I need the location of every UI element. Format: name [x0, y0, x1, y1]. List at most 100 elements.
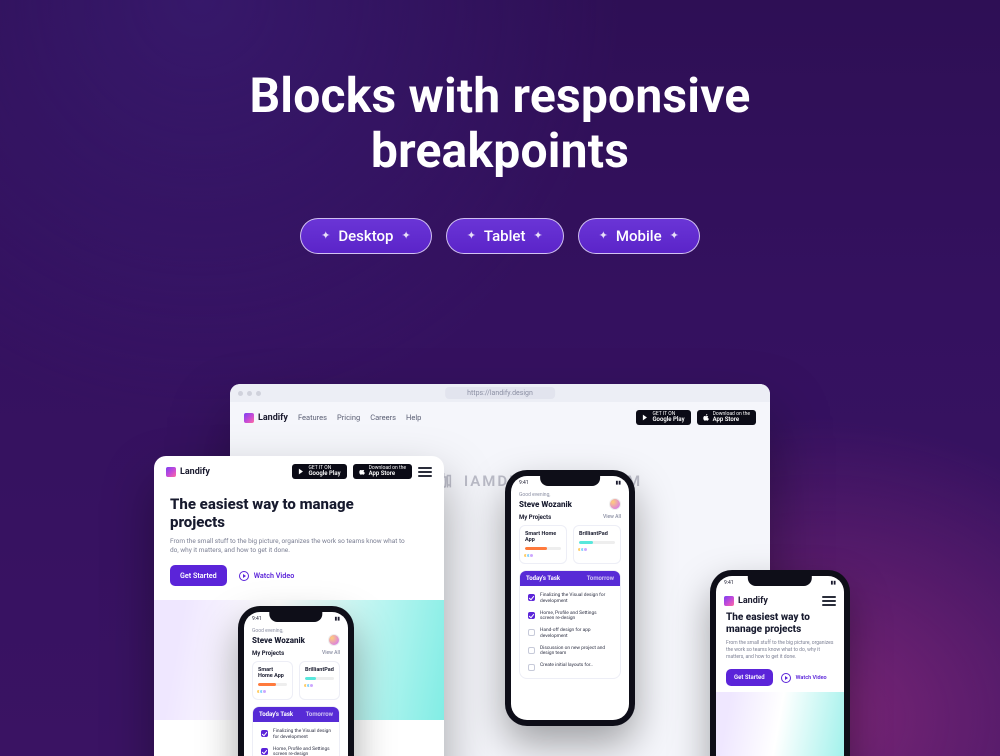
brand: Landify — [724, 596, 768, 606]
watch-video-link[interactable]: Watch Video — [781, 673, 827, 683]
project-card[interactable]: Smart Home App — [252, 661, 293, 700]
mobile-hero-sub: From the small stuff to the big picture,… — [726, 640, 834, 661]
mobile-hero-gradient — [716, 692, 844, 756]
tasks-today-label: Today's Task — [259, 711, 293, 718]
apple-icon — [359, 468, 366, 475]
tasks-tomorrow-label: Tomorrow — [306, 711, 333, 718]
phone-notch-icon — [748, 576, 812, 586]
chip-mobile-label: Mobile — [616, 227, 662, 245]
progress-bar — [579, 541, 615, 544]
checkbox-icon[interactable] — [528, 612, 535, 619]
avatar-stack-icon — [305, 683, 334, 688]
breakpoint-chip-row: ✦ Desktop ✦ ✦ Tablet ✦ ✦ Mobile ✦ — [0, 218, 1000, 254]
brand-name: Landify — [180, 467, 210, 477]
hero-title: Blocks with responsive breakpoints — [0, 68, 1000, 178]
brand: Landify — [244, 413, 288, 423]
site-navbar: Landify Features Pricing Careers Help GE… — [244, 410, 756, 425]
avatar-stack-icon — [258, 689, 287, 694]
google-play-badge[interactable]: GET IT ONGoogle Play — [292, 464, 346, 479]
avatar-stack-icon — [525, 553, 561, 558]
browser-address: https://landify.design — [445, 387, 555, 399]
sparkle-icon: ✦ — [401, 229, 410, 242]
watch-video-link[interactable]: Watch Video — [239, 571, 295, 581]
tasks-tomorrow-label: Tomorrow — [587, 575, 614, 582]
section-my-projects: My Projects — [519, 514, 551, 521]
task-row[interactable]: Hand-off design for app development — [524, 625, 616, 643]
app-store-badge[interactable]: Download on theApp Store — [353, 464, 412, 479]
app-store-badge[interactable]: Download on theApp Store — [697, 410, 756, 425]
task-row[interactable]: Finalizing the Visual design for develop… — [257, 726, 335, 744]
mobile-preview: 9:41 ▮▮ Landify The easiest way tomanage… — [710, 570, 850, 756]
project-card[interactable]: Smart Home App — [519, 525, 567, 564]
checkbox-icon[interactable] — [528, 664, 535, 671]
task-row[interactable]: Discussion on new project and design tea… — [524, 643, 616, 661]
avatar-stack-icon — [579, 547, 615, 552]
hamburger-menu-icon[interactable] — [418, 467, 432, 477]
sparkle-icon: ✦ — [467, 229, 476, 242]
browser-titlebar: https://landify.design — [230, 384, 770, 402]
avatar[interactable] — [328, 634, 340, 646]
tasks-card: Today's Task Tomorrow Finalizing the Vis… — [252, 706, 340, 756]
section-my-projects: My Projects — [252, 650, 284, 657]
sparkle-icon: ✦ — [321, 229, 330, 242]
chip-desktop[interactable]: ✦ Desktop ✦ — [300, 218, 432, 254]
project-title: BrilliantPad — [579, 531, 615, 537]
project-title: Smart Home App — [525, 531, 561, 543]
project-card[interactable]: BrilliantPad — [299, 661, 340, 700]
google-play-icon — [298, 468, 305, 475]
task-row[interactable]: Home, Profile and Settings screen re-des… — [257, 744, 335, 756]
brand: Landify — [166, 467, 210, 477]
phone-notch-icon — [269, 612, 322, 622]
play-icon — [781, 673, 791, 683]
tablet-hero-sub: From the small stuff to the big picture,… — [170, 537, 410, 555]
avatar[interactable] — [609, 498, 621, 510]
brand-name: Landify — [258, 413, 288, 423]
nav-help[interactable]: Help — [406, 413, 421, 422]
brand-name: Landify — [738, 596, 768, 606]
tasks-card: Today's Task Tomorrow Finalizing the Vis… — [519, 570, 621, 679]
chip-mobile[interactable]: ✦ Mobile ✦ — [578, 218, 700, 254]
hamburger-menu-icon[interactable] — [822, 596, 836, 606]
task-row[interactable]: Finalizing the Visual design for develop… — [524, 590, 616, 608]
chip-tablet[interactable]: ✦ Tablet ✦ — [446, 218, 564, 254]
sparkle-icon: ✦ — [599, 229, 608, 242]
progress-bar — [258, 683, 287, 686]
tablet-preview: Landify GET IT ONGoogle Play Download on… — [154, 456, 444, 756]
get-started-button[interactable]: Get Started — [170, 565, 227, 586]
chip-tablet-label: Tablet — [484, 227, 526, 245]
checkbox-icon[interactable] — [261, 730, 268, 737]
checkbox-icon[interactable] — [528, 647, 535, 654]
hero-title-line2: breakpoints — [371, 122, 629, 179]
get-started-button[interactable]: Get Started — [726, 669, 773, 686]
traffic-lights-icon — [238, 391, 261, 396]
checkbox-icon[interactable] — [528, 594, 535, 601]
brand-logo-icon — [244, 413, 254, 423]
nav-features[interactable]: Features — [298, 413, 327, 422]
progress-bar — [525, 547, 561, 550]
project-title: Smart Home App — [258, 667, 287, 679]
phone-preview-center: 9:41 ▮▮ Good evening, Steve Wozanik My P… — [505, 470, 635, 726]
phone-preview-nested: 9:41 ▮▮ Good evening, Steve Wozanik My P… — [238, 606, 354, 756]
checkbox-icon[interactable] — [528, 629, 535, 636]
checkbox-icon[interactable] — [261, 748, 268, 755]
chip-desktop-label: Desktop — [338, 227, 393, 245]
tablet-hero-gradient: 9:41 ▮▮ Good evening, Steve Wozanik My P… — [154, 600, 444, 720]
signal-battery-icon: ▮▮ — [615, 480, 621, 486]
sparkle-icon: ✦ — [533, 229, 542, 242]
nav-careers[interactable]: Careers — [370, 413, 396, 422]
task-row[interactable]: Create initial layouts for… — [524, 660, 616, 674]
task-row[interactable]: Home, Profile and Settings screen re-des… — [524, 608, 616, 626]
tablet-hero-title: The easiest way to manage projects — [170, 495, 390, 531]
project-title: BrilliantPad — [305, 667, 334, 673]
device-stage: https://landify.design Landify Features … — [160, 384, 840, 756]
project-card[interactable]: BrilliantPad — [573, 525, 621, 564]
apple-icon — [703, 414, 710, 421]
signal-battery-icon: ▮▮ — [334, 616, 340, 622]
nav-pricing[interactable]: Pricing — [337, 413, 360, 422]
view-all-link[interactable]: View All — [603, 514, 621, 521]
google-play-badge[interactable]: GET IT ONGoogle Play — [636, 410, 690, 425]
tasks-today-label: Today's Task — [526, 575, 560, 582]
mobile-hero-title: The easiest way tomanage projects — [726, 612, 834, 636]
view-all-link[interactable]: View All — [322, 650, 340, 657]
hero-title-line1: Blocks with responsive — [249, 67, 750, 124]
